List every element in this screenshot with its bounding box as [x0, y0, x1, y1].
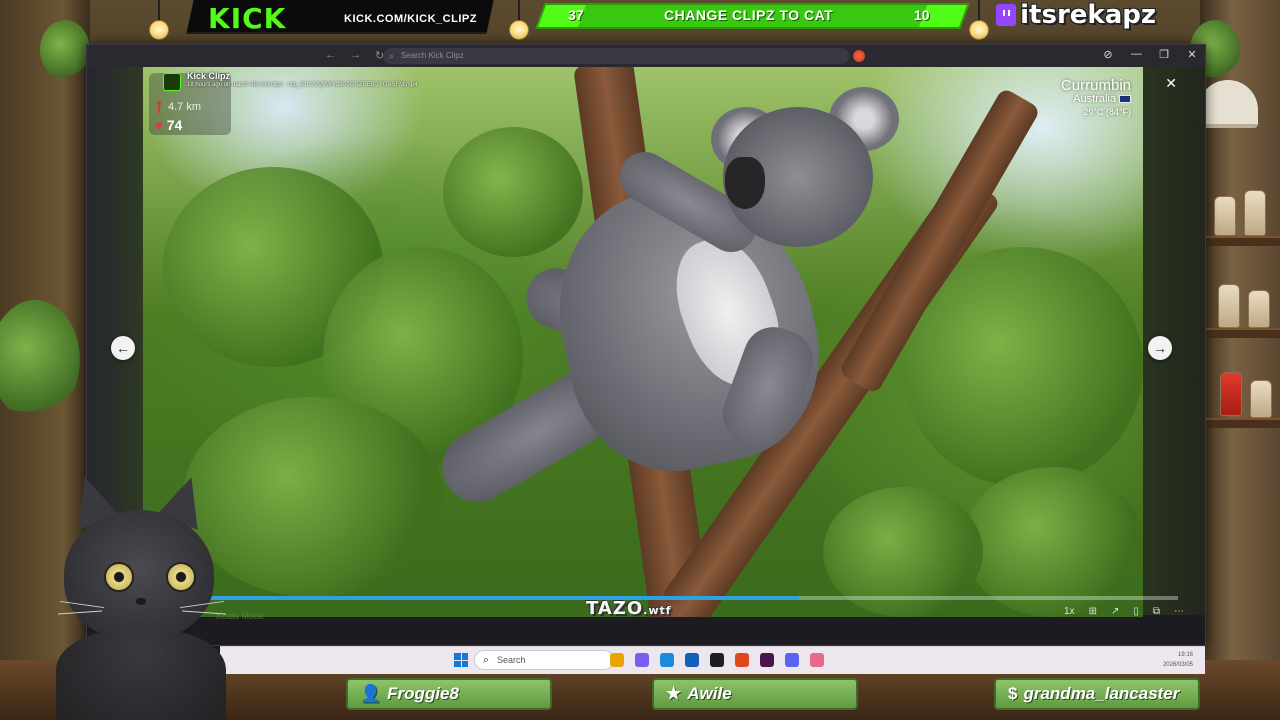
obs-icon[interactable]	[710, 653, 724, 667]
title-bar: ← → ↻ Search Kick Clipz ⊘ — ❐ ✕	[87, 45, 1205, 67]
viewer-tag: 👤 Froggie8	[346, 678, 552, 710]
user-icon: 👤	[360, 684, 382, 703]
clip-info: Kick Clipz 18 hours ago on march 4th kic…	[163, 71, 417, 91]
heart-app-icon[interactable]	[810, 653, 824, 667]
jar-icon	[1248, 290, 1270, 328]
lamp-icon	[506, 0, 532, 40]
jar-icon	[1218, 284, 1240, 328]
channel-name[interactable]: Kick Clipz	[187, 71, 417, 81]
viewer-name: grandma_lancaster	[1023, 684, 1180, 703]
cat-nose	[136, 598, 146, 605]
kitchen-shelf	[1200, 418, 1280, 428]
likes-value: 74	[166, 117, 183, 133]
viewer-tag: $ grandma_lancaster	[994, 678, 1200, 710]
jar-icon	[1214, 196, 1236, 236]
location-country-row: Australia	[1061, 93, 1131, 105]
captions-icon[interactable]: ⊞	[1089, 606, 1097, 617]
jar-icon	[1244, 190, 1266, 236]
edge-icon[interactable]	[660, 653, 674, 667]
walking-icon	[155, 101, 163, 113]
kitchen-shelf	[1200, 328, 1280, 338]
vote-title: CHANGE CLIPZ TO CAT	[664, 7, 834, 23]
kick-url: KICK.COM/KICK_CLIPZ	[344, 13, 477, 25]
kitchen-shelf	[1200, 236, 1280, 246]
previous-clip-button[interactable]: ←	[111, 336, 135, 360]
store-icon[interactable]	[685, 653, 699, 667]
location-country: Australia	[1073, 93, 1116, 105]
twitch-icon	[996, 4, 1017, 26]
close-clip-icon[interactable]: ✕	[1165, 75, 1177, 92]
clock-date: 2026/03/05	[1162, 662, 1193, 668]
koala-nose	[725, 157, 765, 209]
dollar-icon: $	[1008, 684, 1018, 703]
browser-nav: ← → ↻	[325, 49, 384, 62]
lamp-icon	[146, 0, 172, 40]
viewer-name: Awile	[687, 684, 732, 703]
streamer-handle: itsrekapz	[996, 0, 1156, 30]
copilot-icon[interactable]	[635, 653, 649, 667]
plant-icon	[40, 20, 90, 80]
minimize-button[interactable]: —	[1131, 48, 1142, 61]
location-info: Currumbin Australia 29°C (84°F)	[1061, 77, 1131, 117]
taskbar-search[interactable]: Search	[474, 650, 614, 670]
player-controls: 1x ⊞ ↗ ▯ ⧉ ⋯	[1064, 606, 1184, 617]
heart-icon: ♥	[155, 117, 163, 133]
clock-time: 19:16	[1177, 652, 1193, 658]
likes-stat: ♥ 74	[155, 117, 182, 133]
tazo-logo: TAZO.wtf	[586, 598, 672, 619]
share-icon[interactable]: ↗	[1111, 606, 1119, 617]
location-city: Currumbin	[1060, 77, 1131, 94]
jar-icon	[1220, 372, 1242, 416]
close-window-button[interactable]: ✕	[1187, 48, 1197, 61]
window-controls: ⊘ — ❐ ✕	[1103, 48, 1197, 61]
playback-speed-button[interactable]: 1x	[1064, 606, 1075, 617]
more-options-icon[interactable]: ⋯	[1174, 606, 1184, 617]
maximize-button[interactable]: ❐	[1159, 48, 1169, 61]
jar-icon	[1250, 380, 1272, 418]
handle-text: itsrekapz	[1020, 0, 1156, 30]
clip-meta: 18 hours ago on march 4th kickclipz · cl…	[187, 82, 418, 88]
kick-logo: KICK	[208, 2, 287, 35]
fullscreen-icon[interactable]: ⧉	[1153, 606, 1160, 617]
cat-eye	[166, 562, 196, 592]
distance-stat: 4.7 km	[155, 101, 201, 113]
cat-body	[56, 630, 226, 720]
channel-avatar[interactable]	[163, 73, 181, 91]
brave-icon[interactable]	[735, 653, 749, 667]
address-search-bar[interactable]: Search Kick Clipz	[383, 48, 849, 64]
brave-extension-icon[interactable]	[853, 50, 865, 62]
next-clip-button[interactable]: →	[1148, 336, 1172, 360]
star-icon: ★	[666, 684, 682, 703]
slack-icon[interactable]	[760, 653, 774, 667]
location-temperature: 29°C (84°F)	[1083, 107, 1131, 117]
windows-start-icon[interactable]	[454, 653, 468, 667]
vote-count-left: 37	[568, 7, 584, 23]
browser-window: ← → ↻ Search Kick Clipz ⊘ — ❐ ✕	[86, 44, 1206, 646]
vote-count-right: 10	[914, 7, 930, 23]
australia-flag-icon	[1119, 95, 1131, 104]
lamp-icon	[966, 0, 992, 40]
viewer-name: Froggie8	[387, 684, 459, 703]
back-icon[interactable]: ←	[325, 49, 336, 62]
theater-mode-icon[interactable]: ▯	[1133, 606, 1139, 617]
taskbar-clock[interactable]: 19:16 2026/03/05	[1163, 650, 1193, 670]
tazo-logo-suffix: .wtf	[643, 604, 672, 617]
vpn-icon[interactable]: ⊘	[1103, 48, 1113, 61]
clip-video[interactable]: Kick Clipz 18 hours ago on march 4th kic…	[143, 67, 1143, 617]
discord-icon[interactable]	[785, 653, 799, 667]
distance-value: 4.7 km	[168, 101, 202, 113]
cat-avatar	[40, 470, 240, 720]
forward-icon[interactable]: →	[350, 49, 361, 62]
tazo-logo-text: TAZO	[586, 598, 644, 619]
viewer-tag: ★ Awile	[652, 678, 858, 710]
cat-eye	[104, 562, 134, 592]
file-explorer-icon[interactable]	[610, 653, 624, 667]
